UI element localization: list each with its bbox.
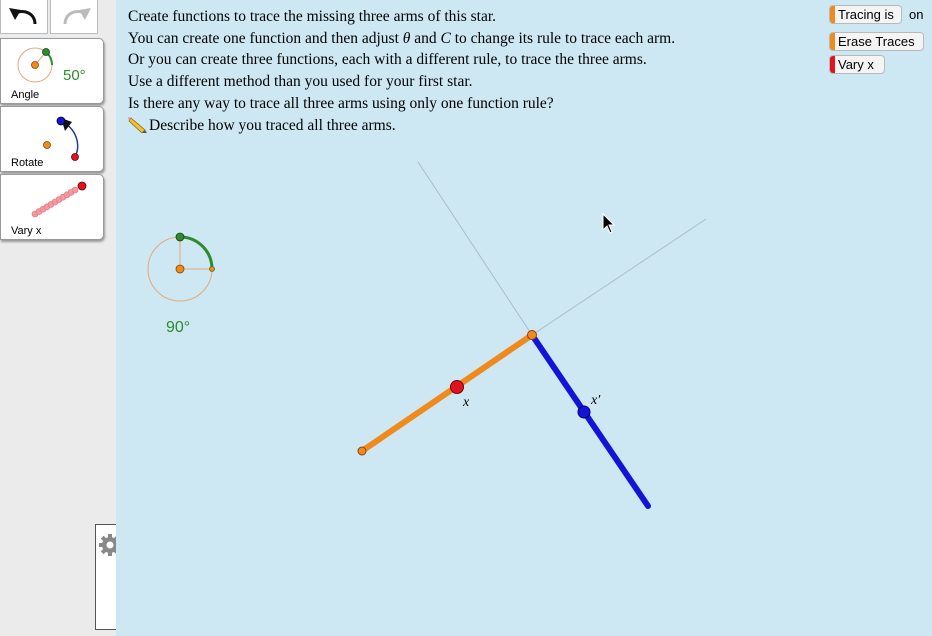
pencil-icon xyxy=(128,116,147,134)
redo-arrow-icon xyxy=(63,8,91,25)
angle-tool[interactable]: 50° Angle xyxy=(0,38,104,104)
tracing-toggle-button[interactable]: Tracing is xyxy=(829,5,902,24)
sketch-area[interactable]: Create functions to trace the missing th… xyxy=(116,0,932,636)
star-center-point[interactable] xyxy=(527,330,537,340)
instructions-text: Create functions to trace the missing th… xyxy=(128,6,675,136)
erase-traces-button[interactable]: Erase Traces xyxy=(829,32,924,51)
vary-x-tool-label: Vary x xyxy=(11,225,42,237)
arm-endpoint[interactable] xyxy=(357,446,367,456)
vary-x-tool[interactable]: Vary x xyxy=(0,174,104,240)
instruction-line-1: Create functions to trace the missing th… xyxy=(128,8,497,25)
instruction-line-3: Or you can create three functions, each … xyxy=(128,51,647,69)
redo-button[interactable] xyxy=(50,0,98,34)
angle-tool-value: 50° xyxy=(63,67,86,84)
angle-dial-value: 90° xyxy=(166,319,191,336)
instruction-line-2: You can create one function and then adj… xyxy=(128,29,676,47)
tracing-state-text: on xyxy=(909,7,924,22)
angle-tool-label: Angle xyxy=(11,89,40,101)
undo-arrow-icon xyxy=(9,8,37,25)
rotate-tool[interactable]: Rotate xyxy=(0,106,104,172)
instruction-line-6: Describe how you traced all three arms. xyxy=(128,115,675,137)
point-x[interactable] xyxy=(450,380,464,394)
instruction-line-5: Is there any way to trace all three arms… xyxy=(128,94,554,112)
rotate-tool-label: Rotate xyxy=(11,157,44,169)
vary-x-button[interactable]: Vary x xyxy=(829,55,885,74)
instruction-line-4: Use a different method than you used for… xyxy=(128,73,473,91)
undo-button[interactable] xyxy=(0,0,48,34)
